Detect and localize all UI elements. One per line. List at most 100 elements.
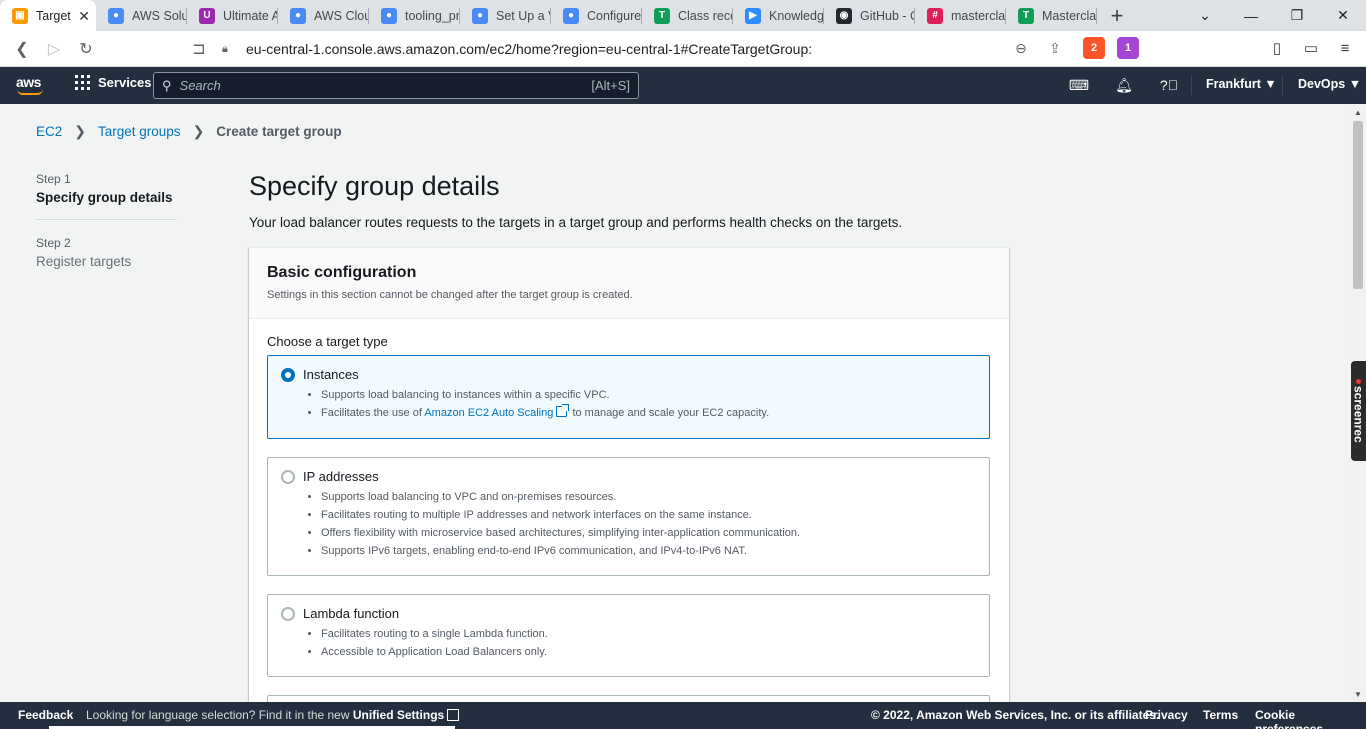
browser-tab[interactable]: U Ultimate A bbox=[187, 0, 278, 31]
option-bullets: Supports load balancing to VPC and on-pr… bbox=[321, 489, 800, 561]
tab-favicon-icon: ● bbox=[381, 7, 397, 24]
link-text: Amazon EC2 Auto Scaling bbox=[424, 407, 554, 419]
brave-shields-icon[interactable]: 2 bbox=[1083, 37, 1105, 59]
tab-close-icon[interactable]: ✕ bbox=[78, 8, 90, 25]
url-field[interactable]: 🔒︎ eu-central-1.console.aws.amazon.com/e… bbox=[222, 35, 1042, 63]
window-controls: ⌄ — ❐ ✕ bbox=[1182, 0, 1366, 31]
step-title: Specify group details bbox=[36, 190, 173, 205]
browser-tab[interactable]: ● Set Up a V bbox=[460, 0, 551, 31]
browser-tab[interactable]: ▶ Knowledg bbox=[733, 0, 824, 31]
feedback-link[interactable]: Feedback bbox=[18, 708, 73, 722]
breadcrumb-target-groups[interactable]: Target groups bbox=[98, 124, 181, 139]
region-menu[interactable]: Frankfurt ▼ bbox=[1206, 77, 1277, 91]
browser-tab[interactable]: ● Configure bbox=[551, 0, 642, 31]
brave-rewards-icon[interactable]: 1 bbox=[1117, 37, 1139, 59]
step-title: Register targets bbox=[36, 254, 132, 269]
lambda-radio[interactable] bbox=[281, 607, 295, 621]
notifications-icon[interactable]: 🔔︎ bbox=[1113, 75, 1135, 95]
scroll-thumb[interactable] bbox=[1353, 121, 1363, 289]
close-window-icon[interactable]: ✕ bbox=[1320, 0, 1366, 31]
tab-separator bbox=[1096, 8, 1097, 24]
address-bar: ❮ ▷ ↻ ⊐ 🔒︎ eu-central-1.console.aws.amaz… bbox=[0, 31, 1366, 67]
unified-settings-link[interactable]: Unified Settings bbox=[352, 708, 460, 722]
option-bullet: Offers flexibility with microservice bas… bbox=[321, 525, 800, 543]
minimize-icon[interactable]: — bbox=[1228, 0, 1274, 31]
browser-tab[interactable]: ● tooling_pr bbox=[369, 0, 460, 31]
menu-icon[interactable]: ≡ bbox=[1334, 37, 1356, 59]
search-box[interactable]: ⚲ [Alt+S] bbox=[153, 72, 639, 99]
tab-search-icon[interactable]: ⌄ bbox=[1182, 0, 1228, 31]
cloudshell-icon[interactable]: ⌨ bbox=[1068, 75, 1090, 95]
nav-icons: ⌨ 🔔︎ ?⃝ bbox=[1068, 75, 1203, 95]
help-icon[interactable]: ?⃝ bbox=[1158, 75, 1180, 95]
aws-footer: Feedback Looking for language selection?… bbox=[0, 702, 1366, 729]
cookie-preferences-link[interactable]: Cookie preferences bbox=[1255, 708, 1366, 729]
option-title: Instances bbox=[303, 367, 359, 382]
scroll-up-icon[interactable]: ▲ bbox=[1350, 104, 1366, 120]
bullet-text: Facilitates the use of bbox=[321, 407, 422, 419]
tab-favicon-icon: ● bbox=[108, 7, 124, 24]
services-menu[interactable]: Services bbox=[75, 75, 152, 90]
option-bullet: Facilitates routing to multiple IP addre… bbox=[321, 507, 800, 525]
tab-label: tooling_pr bbox=[405, 8, 460, 23]
share-icon[interactable]: ⇪ bbox=[1044, 37, 1066, 59]
unified-settings-label: Unified Settings bbox=[352, 708, 445, 722]
scroll-down-icon[interactable]: ▼ bbox=[1350, 686, 1366, 702]
language-notice-text: Looking for language selection? Find it … bbox=[86, 708, 350, 722]
step-2: Step 2 Register targets bbox=[36, 236, 177, 269]
panel-header: Basic configuration Settings in this sec… bbox=[249, 248, 1009, 319]
forward-icon[interactable]: ▷ bbox=[38, 33, 70, 65]
page-description: Your load balancer routes requests to th… bbox=[249, 215, 903, 230]
browser-tab[interactable]: ● AWS Clou bbox=[278, 0, 369, 31]
option-bullets: Facilitates routing to a single Lambda f… bbox=[321, 626, 548, 662]
sidebar-icon[interactable]: ▯ bbox=[1266, 37, 1288, 59]
option-bullet: Facilitates routing to a single Lambda f… bbox=[321, 626, 548, 644]
target-type-label: Choose a target type bbox=[267, 334, 388, 349]
terms-link[interactable]: Terms bbox=[1203, 708, 1238, 722]
new-tab-button[interactable]: + bbox=[1097, 0, 1137, 31]
ec2-auto-scaling-link[interactable]: Amazon EC2 Auto Scaling bbox=[424, 404, 570, 419]
tab-favicon-icon: ● bbox=[472, 7, 488, 24]
browser-tab[interactable]: T Class reco bbox=[642, 0, 733, 31]
browser-tab[interactable]: # masterclas bbox=[915, 0, 1006, 31]
bullet-text: to manage and scale your EC2 capacity. bbox=[572, 407, 770, 419]
tab-label: Mastercla bbox=[1042, 8, 1097, 23]
browser-tab[interactable]: T Mastercla bbox=[1006, 0, 1097, 31]
screenrec-widget[interactable]: screenrec bbox=[1351, 361, 1366, 461]
reload-icon[interactable]: ↻ bbox=[70, 33, 102, 65]
search-input[interactable] bbox=[179, 78, 592, 93]
tab-label: Set Up a V bbox=[496, 8, 551, 23]
nav-divider bbox=[1191, 76, 1192, 95]
screenrec-label: screenrec bbox=[1351, 386, 1366, 443]
panel-title: Basic configuration bbox=[267, 264, 417, 281]
browser-tab[interactable]: ▣ Target ✕ bbox=[0, 0, 96, 31]
search-icon: ⚲ bbox=[162, 77, 172, 93]
privacy-link[interactable]: Privacy bbox=[1145, 708, 1188, 722]
bookmark-icon[interactable]: ⊐ bbox=[183, 33, 215, 65]
option-bullet: Facilitates the use of Amazon EC2 Auto S… bbox=[321, 404, 770, 423]
browser-tab[interactable]: ● AWS Solut bbox=[96, 0, 187, 31]
breadcrumb-ec2[interactable]: EC2 bbox=[36, 124, 62, 139]
target-type-lambda[interactable]: Lambda function Facilitates routing to a… bbox=[267, 594, 990, 677]
tab-favicon-icon: ▣ bbox=[12, 7, 28, 24]
instances-radio[interactable] bbox=[281, 368, 295, 382]
browser-tab[interactable]: ◉ GitHub - C bbox=[824, 0, 915, 31]
tab-favicon-icon: U bbox=[199, 7, 215, 24]
url-text[interactable]: eu-central-1.console.aws.amazon.com/ec2/… bbox=[240, 41, 1042, 57]
restore-icon[interactable]: ❐ bbox=[1274, 0, 1320, 31]
step-number: Step 2 bbox=[36, 236, 71, 250]
aws-logo[interactable]: aws bbox=[16, 74, 46, 96]
ip-addresses-radio[interactable] bbox=[281, 470, 295, 484]
account-menu[interactable]: DevOps ▼ bbox=[1298, 77, 1361, 91]
option-bullet: Supports IPv6 targets, enabling end-to-e… bbox=[321, 543, 800, 561]
chevron-right-icon: ❯ bbox=[74, 123, 86, 139]
back-icon[interactable]: ❮ bbox=[6, 33, 38, 65]
zoom-icon[interactable]: ⊖ bbox=[1010, 37, 1032, 59]
tab-favicon-icon: ◉ bbox=[836, 7, 852, 24]
chevron-right-icon: ❯ bbox=[192, 123, 205, 139]
wallet-icon[interactable]: ▭ bbox=[1300, 37, 1322, 59]
target-type-instances[interactable]: Instances Supports load balancing to ins… bbox=[267, 355, 990, 439]
target-type-ip-addresses[interactable]: IP addresses Supports load balancing to … bbox=[267, 457, 990, 576]
external-link-icon bbox=[556, 404, 570, 417]
language-notice: Looking for language selection? Find it … bbox=[86, 708, 460, 722]
